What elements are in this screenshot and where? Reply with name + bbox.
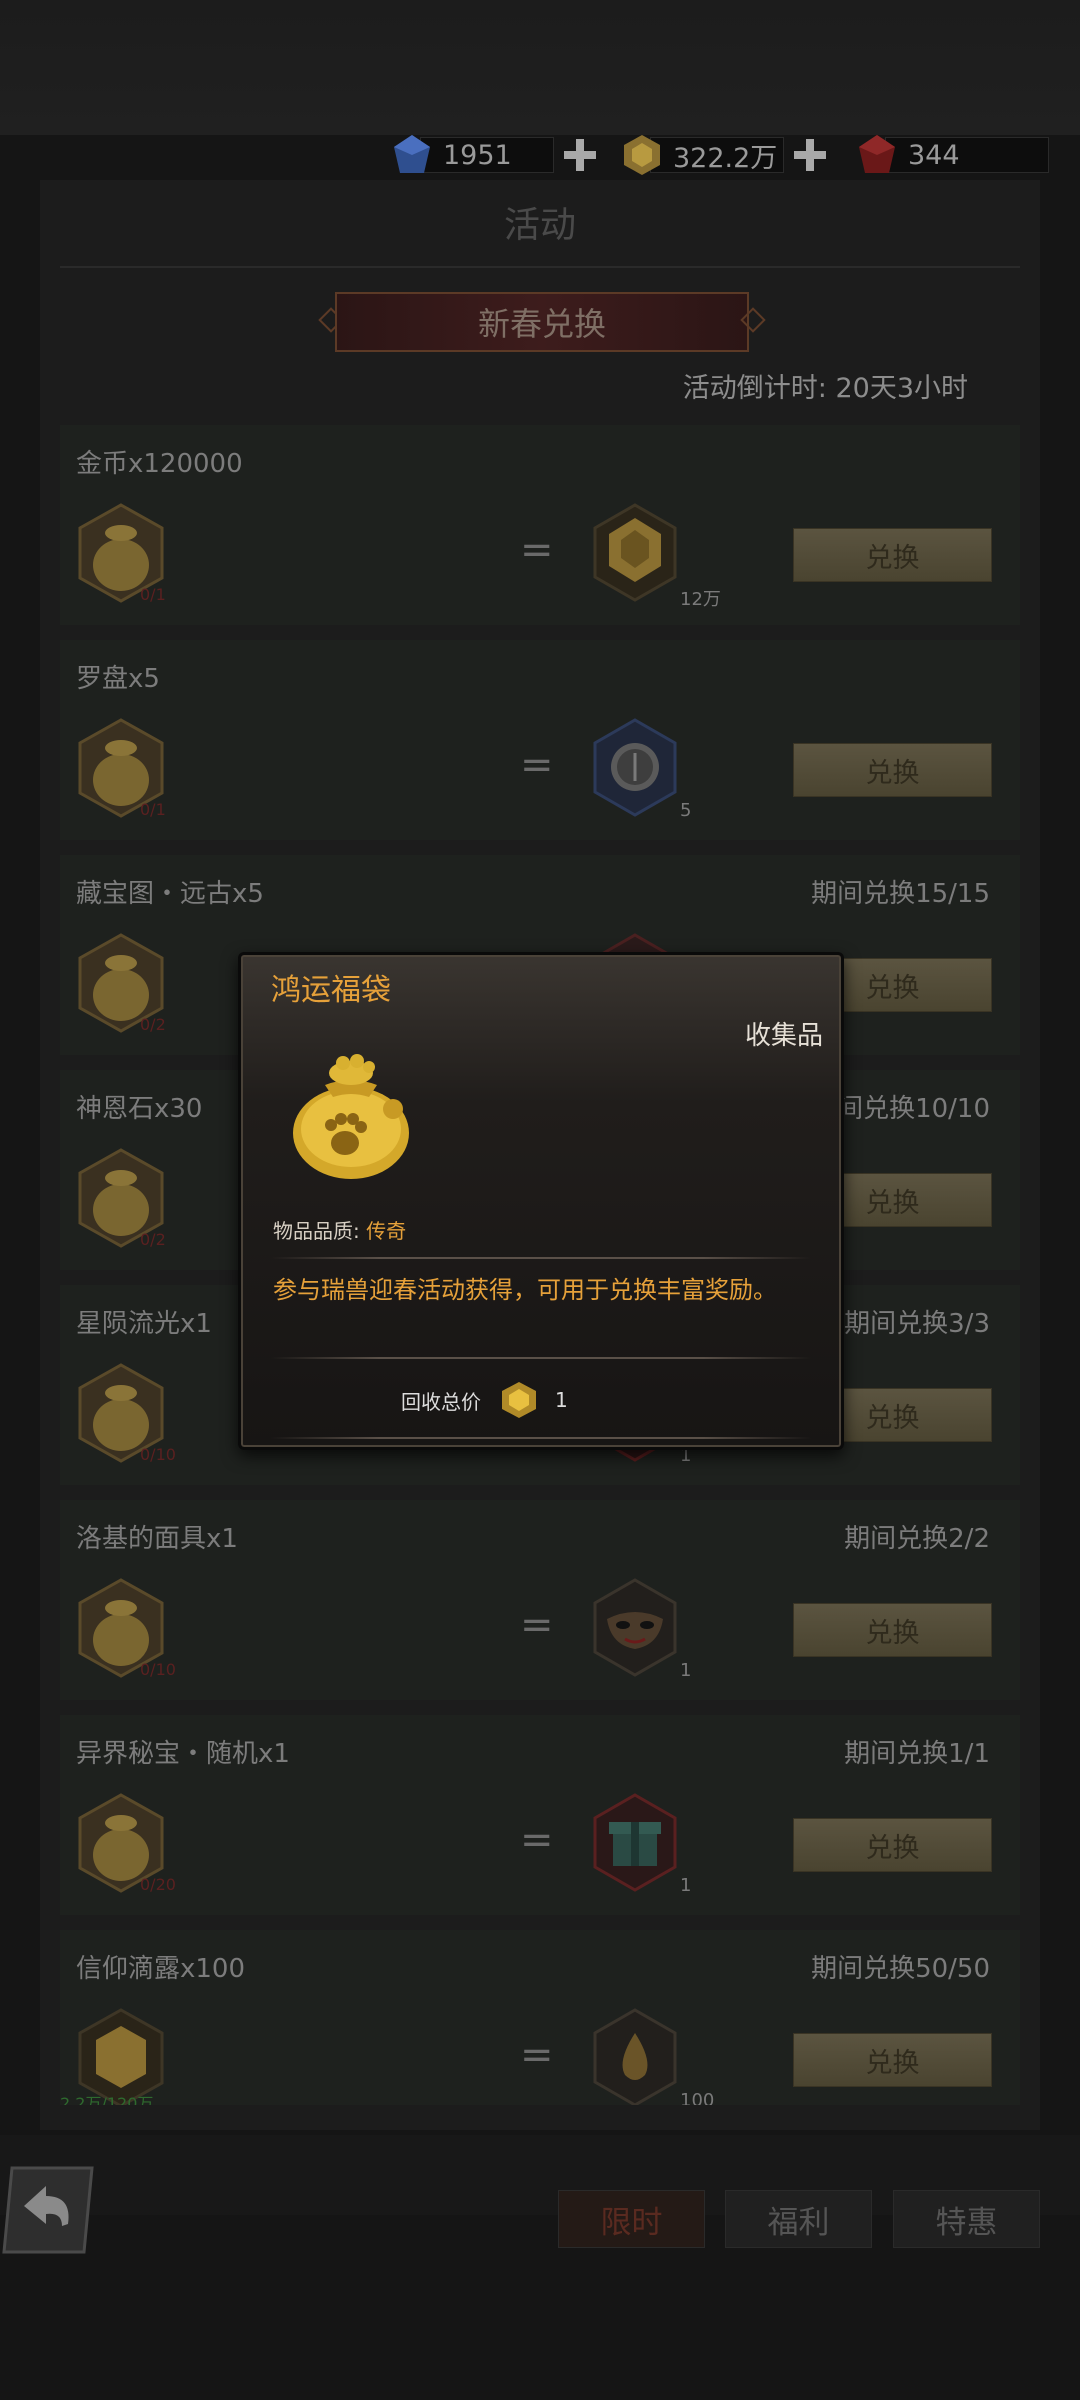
lucky-bag-icon xyxy=(293,1054,409,1179)
equals-sign: = xyxy=(520,2032,554,2078)
exchange-button[interactable]: 兑换 xyxy=(793,1818,992,1872)
reward-quantity: 1 xyxy=(680,1875,692,1896)
item-name: 洛基的面具x1 xyxy=(76,1524,238,1554)
exchange-item-8: 信仰滴露x100 期间兑换50/50 2.2万/120万 = 100 兑换 xyxy=(60,1930,1020,2105)
equals-sign: = xyxy=(520,527,554,573)
tab-welfare[interactable]: 福利 xyxy=(725,2190,872,2248)
item-name: 金币x120000 xyxy=(76,449,243,479)
event-countdown: 活动倒计时: 20天3小时 xyxy=(682,373,968,404)
exchange-button[interactable]: 兑换 xyxy=(793,1603,992,1657)
exchange-item-1: 金币x120000 0/1 = 12万 兑换 xyxy=(60,425,1020,625)
event-banner: 新春兑换 xyxy=(335,292,749,352)
equals-sign: = xyxy=(520,1602,554,1648)
gift-box-icon xyxy=(593,1793,677,1892)
exchange-item-6: 洛基的面具x1 期间兑换2/2 0/10 = 1 兑换 xyxy=(60,1500,1020,1700)
item-owned-count: 0/2 xyxy=(140,1230,166,1249)
back-arrow-icon[interactable] xyxy=(2,2160,94,2260)
gem-count: 1951 xyxy=(420,137,554,173)
gold-coin-icon xyxy=(624,135,660,175)
gold-gem-icon xyxy=(593,503,677,602)
item-name: 藏宝图・远古x5 xyxy=(76,879,264,909)
item-name: 神恩石x30 xyxy=(76,1094,203,1124)
faith-drop-icon xyxy=(593,2008,677,2105)
gold-currency: 322.2万 xyxy=(620,132,828,178)
popup-divider xyxy=(271,1257,811,1259)
tab-limited[interactable]: 限时 xyxy=(558,2190,705,2248)
compass-icon xyxy=(593,718,677,817)
popup-divider xyxy=(271,1437,811,1439)
quality-label: 物品品质: xyxy=(273,1219,367,1243)
item-limit: 期间兑换15/15 xyxy=(811,879,990,909)
item-detail-popup: 鸿运福袋 收集品 物品品质: 传奇 参与瑞兽迎春活动获得，可用于兑换丰富奖励。 … xyxy=(238,952,844,1450)
item-limit: 期间兑换1/1 xyxy=(844,1739,990,1769)
tab-special-offer[interactable]: 特惠 xyxy=(893,2190,1040,2248)
ruby-count: 344 xyxy=(885,137,1049,173)
item-limit: 期间兑换3/3 xyxy=(844,1309,990,1339)
item-owned-count: 0/20 xyxy=(140,1875,176,1894)
quality-value: 传奇 xyxy=(366,1219,407,1243)
add-gold-button[interactable] xyxy=(792,137,828,173)
recycle-label: 回收总价 xyxy=(401,1389,481,1414)
item-owned-count: 0/10 xyxy=(140,1445,176,1464)
item-owned-count: 0/2 xyxy=(140,1015,166,1034)
recycle-value: 1 xyxy=(555,1388,568,1412)
popup-item-name: 鸿运福袋 xyxy=(271,973,391,1008)
blue-gem-icon xyxy=(394,135,430,173)
item-owned-count: 0/1 xyxy=(140,585,166,604)
reward-quantity: 100 xyxy=(680,2090,715,2105)
popup-recycle-price: 回收总价 1 xyxy=(401,1380,568,1420)
popup-divider xyxy=(271,1357,811,1359)
title-divider xyxy=(60,266,1020,268)
item-name: 异界秘宝・随机x1 xyxy=(76,1739,290,1769)
ruby-currency: 344 xyxy=(855,132,1049,178)
item-limit: 期间兑换50/50 xyxy=(811,1954,990,1984)
popup-item-category: 收集品 xyxy=(744,1021,823,1051)
top-bar xyxy=(0,0,1080,135)
reward-quantity: 12万 xyxy=(680,589,721,610)
exchange-item-2: 罗盘x5 0/1 = 5 兑换 xyxy=(60,640,1020,840)
item-owned-count: 0/10 xyxy=(140,1660,176,1679)
gem-currency: 1951 xyxy=(390,132,598,178)
item-name: 星陨流光x1 xyxy=(76,1309,212,1339)
equals-sign: = xyxy=(520,742,554,788)
mask-icon xyxy=(593,1578,677,1677)
reward-quantity: 5 xyxy=(680,800,692,821)
gold-count: 322.2万 xyxy=(650,137,784,174)
item-name: 信仰滴露x100 xyxy=(76,1954,246,1984)
gold-coin-icon xyxy=(502,1382,536,1418)
item-owned-count: 2.2万/120万 xyxy=(60,2094,154,2105)
add-gems-button[interactable] xyxy=(562,137,598,173)
exchange-button[interactable]: 兑换 xyxy=(793,743,992,797)
red-gem-icon xyxy=(859,135,895,173)
equals-sign: = xyxy=(520,1817,554,1863)
popup-item-quality: 物品品质: 传奇 xyxy=(273,1215,406,1244)
item-limit: 期间兑换2/2 xyxy=(844,1524,990,1554)
exchange-item-7: 异界秘宝・随机x1 期间兑换1/1 0/20 = 1 兑换 xyxy=(60,1715,1020,1915)
item-name: 罗盘x5 xyxy=(76,664,160,694)
page-title: 活动 xyxy=(503,205,576,246)
exchange-button[interactable]: 兑换 xyxy=(793,528,992,582)
reward-quantity: 1 xyxy=(680,1660,692,1681)
item-owned-count: 0/1 xyxy=(140,800,166,819)
exchange-button[interactable]: 兑换 xyxy=(793,2033,992,2087)
popup-item-description: 参与瑞兽迎春活动获得，可用于兑换丰富奖励。 xyxy=(273,1276,777,1304)
